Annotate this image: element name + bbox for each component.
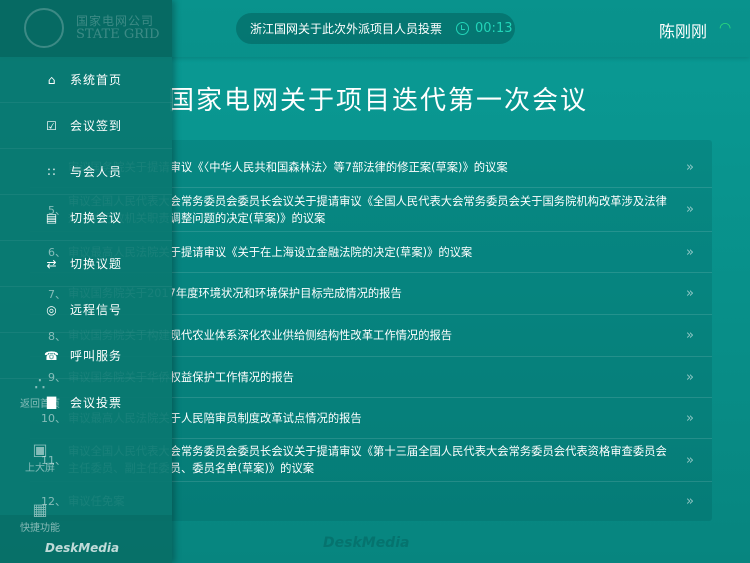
chevron-right-icon: » bbox=[686, 202, 694, 217]
signal-icon: ◎ bbox=[46, 302, 58, 317]
people-icon: ∷ bbox=[47, 164, 57, 179]
menu-item-switch-topic[interactable]: ⇄ 切换议题 bbox=[0, 241, 172, 287]
chevron-right-icon: » bbox=[686, 369, 694, 385]
menu-label: 切换会议 bbox=[70, 211, 123, 225]
home-dock-icon: ∴ bbox=[34, 374, 46, 395]
brand-watermark: DeskMedia bbox=[323, 535, 410, 551]
chevron-right-icon: » bbox=[686, 328, 694, 343]
wifi-icon: ◠ bbox=[719, 20, 732, 36]
agenda-num: 5、 bbox=[48, 203, 66, 217]
brand-logo: DeskMedia bbox=[45, 541, 120, 555]
state-grid-logo-icon bbox=[24, 8, 64, 48]
menu-label: 远程信号 bbox=[70, 303, 123, 317]
meeting-title: 国家电网关于项目迭代第一次会议 bbox=[168, 86, 589, 116]
menu-label: 切换议题 bbox=[70, 257, 123, 271]
menu-item-attendees[interactable]: ∷ 与会人员 bbox=[0, 149, 172, 195]
logo: 国家电网公司 STATE GRID bbox=[0, 0, 172, 57]
dock-quick-label: 快捷功能 bbox=[20, 523, 60, 534]
agenda-num: 7、 bbox=[48, 287, 66, 301]
grid-icon: ▦ bbox=[32, 500, 48, 519]
dock-home[interactable]: ∴ 返回首页 bbox=[0, 374, 80, 410]
dock-quick[interactable]: ▦ 快捷功能 bbox=[0, 500, 80, 534]
vote-banner[interactable]: 浙江国网关于此次外派项目人员投票 00:13 bbox=[236, 13, 515, 44]
home-icon: ⌂ bbox=[47, 72, 57, 87]
dock-home-label: 返回首页 bbox=[20, 399, 60, 410]
menu-item-home[interactable]: ⌂ 系统首页 bbox=[0, 57, 172, 103]
side-drawer: 国家电网公司 STATE GRID ⌂ 系统首页 ☑ 会议签到 ∷ 与会人员 ▤ 切换会… bbox=[0, 0, 172, 563]
chevron-right-icon: » bbox=[686, 452, 694, 468]
chevron-right-icon: » bbox=[686, 493, 694, 509]
chevron-right-icon: » bbox=[686, 286, 694, 301]
chevron-right-icon: » bbox=[686, 244, 694, 260]
calendar-check-icon: ☑ bbox=[46, 118, 58, 133]
phone-icon: ☎ bbox=[44, 348, 60, 363]
menu-label: 系统首页 bbox=[70, 73, 123, 87]
dock-screen-label: 上大屏 bbox=[25, 463, 55, 474]
agenda-num: 6、 bbox=[48, 246, 66, 259]
menu-item-call-service[interactable]: ☎ 呼叫服务 bbox=[0, 333, 172, 379]
dock-screen[interactable]: ▣ 上大屏 bbox=[0, 440, 80, 474]
menu-item-switch-meeting[interactable]: ▤ 切换会议 bbox=[0, 195, 172, 241]
agenda-num: 10、 bbox=[41, 412, 66, 425]
chevron-right-icon: » bbox=[686, 410, 694, 426]
menu-label: 会议签到 bbox=[70, 119, 123, 133]
alarm-clock-icon bbox=[456, 22, 470, 35]
vote-timer: 00:13 bbox=[475, 21, 513, 36]
menu-item-remote-signal[interactable]: ◎ 远程信号 bbox=[0, 287, 172, 333]
menu-label: 呼叫服务 bbox=[70, 349, 123, 363]
tv-icon: ▣ bbox=[32, 440, 48, 459]
agenda-num: 8、 bbox=[48, 329, 66, 343]
logo-en: STATE GRID bbox=[76, 27, 160, 42]
chevron-right-icon: » bbox=[686, 160, 694, 175]
user-name: 陈刚刚 bbox=[659, 22, 708, 41]
menu-label: 与会人员 bbox=[70, 165, 123, 179]
menu-item-checkin[interactable]: ☑ 会议签到 bbox=[0, 103, 172, 149]
vote-title: 浙江国网关于此次外派项目人员投票 bbox=[250, 22, 443, 36]
